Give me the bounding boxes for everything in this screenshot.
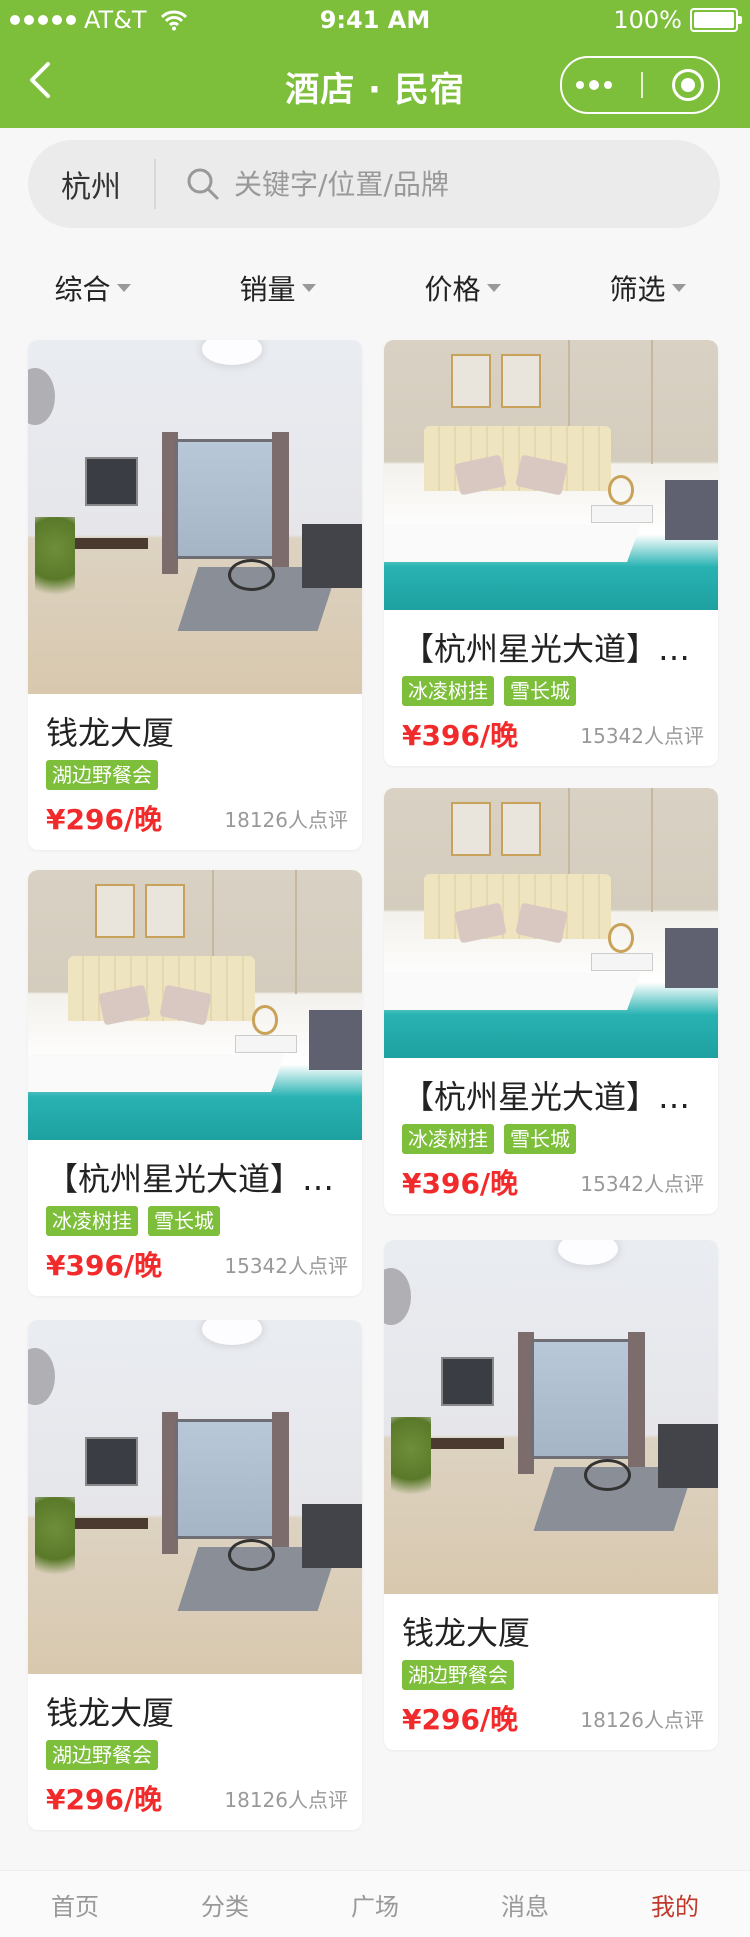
tag-list: 湖边野餐会 — [46, 1740, 158, 1770]
tag-list: 冰凌树挂 雪长城 — [402, 676, 576, 706]
tag-list: 冰凌树挂 雪长城 — [46, 1206, 220, 1236]
filter-label: 综合 — [54, 273, 111, 306]
filter-label: 销量 — [239, 273, 296, 306]
caret-down-icon — [486, 284, 501, 292]
price: ¥296/晚 — [46, 803, 163, 836]
bedroom-photo — [384, 788, 718, 1058]
tag: 雪长城 — [148, 1206, 220, 1236]
city-selector[interactable]: 杭州 — [28, 162, 154, 206]
more-icon[interactable] — [576, 80, 613, 90]
filter-bar: 综合 销量 价格 筛选 — [0, 262, 750, 314]
hotel-name: 【杭州星光大道】… — [46, 1160, 335, 1198]
bedroom-photo — [28, 870, 362, 1140]
price: ¥396/晚 — [402, 719, 519, 752]
price: ¥396/晚 — [402, 1167, 519, 1200]
filter-sales[interactable]: 销量 — [185, 262, 370, 314]
review-count: 15342人点评 — [224, 1254, 348, 1278]
hotel-card[interactable]: 【杭州星光大道】… 冰凌树挂 雪长城 ¥396/晚 15342人点评 — [384, 788, 718, 1214]
living-room-photo — [384, 1240, 718, 1594]
caret-down-icon — [671, 284, 686, 292]
tag: 雪长城 — [504, 1124, 576, 1154]
search-divider — [154, 159, 156, 209]
filter-label: 价格 — [424, 273, 481, 306]
tab-home[interactable]: 首页 — [0, 1871, 150, 1937]
filter-screen[interactable]: 筛选 — [555, 262, 740, 314]
tag: 雪长城 — [504, 676, 576, 706]
tab-messages[interactable]: 消息 — [450, 1871, 600, 1937]
tag: 冰凌树挂 — [402, 1124, 494, 1154]
hotel-name: 【杭州星光大道】… — [402, 630, 691, 668]
status-time: 9:41 AM — [319, 6, 431, 34]
battery-icon — [690, 8, 742, 32]
bedroom-photo — [384, 340, 718, 610]
caret-down-icon — [301, 284, 316, 292]
tag: 冰凌树挂 — [402, 676, 494, 706]
review-count: 15342人点评 — [580, 1172, 704, 1196]
close-target-icon[interactable] — [671, 69, 704, 101]
filter-price[interactable]: 价格 — [370, 262, 555, 314]
mini-program-capsule — [560, 56, 720, 114]
tag: 湖边野餐会 — [46, 760, 158, 790]
tab-category[interactable]: 分类 — [150, 1871, 300, 1937]
tab-mine[interactable]: 我的 — [600, 1871, 750, 1937]
search-input[interactable] — [232, 166, 636, 202]
header: AT&T 9:41 AM 100% 酒店 · 民宿 — [0, 0, 750, 128]
review-count: 18126人点评 — [224, 1788, 348, 1812]
hotel-card[interactable]: 【杭州星光大道】… 冰凌树挂 雪长城 ¥396/晚 15342人点评 — [28, 870, 362, 1296]
hotel-card[interactable]: 钱龙大厦 湖边野餐会 ¥296/晚 18126人点评 — [384, 1240, 718, 1750]
capsule-divider — [640, 72, 643, 98]
living-room-photo — [28, 340, 362, 694]
filter-label: 筛选 — [609, 273, 666, 306]
price: ¥296/晚 — [46, 1783, 163, 1816]
hotel-card[interactable]: 钱龙大厦 湖边野餐会 ¥296/晚 18126人点评 — [28, 340, 362, 850]
search-icon — [187, 168, 219, 200]
tag: 冰凌树挂 — [46, 1206, 138, 1236]
hotel-name: 钱龙大厦 — [46, 714, 175, 752]
tab-bar: 首页 分类 广场 消息 我的 — [0, 1870, 750, 1937]
hotel-name: 钱龙大厦 — [402, 1614, 531, 1652]
review-count: 18126人点评 — [224, 808, 348, 832]
tab-square[interactable]: 广场 — [300, 1871, 450, 1937]
filter-comprehensive[interactable]: 综合 — [0, 262, 185, 314]
search-bar: 杭州 — [28, 140, 720, 228]
tag-list: 湖边野餐会 — [46, 760, 158, 790]
tag: 湖边野餐会 — [402, 1660, 514, 1690]
review-count: 18126人点评 — [580, 1708, 704, 1732]
hotel-card[interactable]: 钱龙大厦 湖边野餐会 ¥296/晚 18126人点评 — [28, 1320, 362, 1830]
price: ¥396/晚 — [46, 1249, 163, 1282]
hotel-name: 钱龙大厦 — [46, 1694, 175, 1732]
status-bar: AT&T 9:41 AM 100% — [0, 0, 750, 40]
tag: 湖边野餐会 — [46, 1740, 158, 1770]
nav-bar: 酒店 · 民宿 — [0, 40, 750, 128]
hotel-name: 【杭州星光大道】… — [402, 1078, 691, 1116]
living-room-photo — [28, 1320, 362, 1674]
tag-list: 冰凌树挂 雪长城 — [402, 1124, 576, 1154]
hotel-card[interactable]: 【杭州星光大道】… 冰凌树挂 雪长城 ¥396/晚 15342人点评 — [384, 340, 718, 766]
caret-down-icon — [116, 284, 131, 292]
price: ¥296/晚 — [402, 1703, 519, 1736]
review-count: 15342人点评 — [580, 724, 704, 748]
tag-list: 湖边野餐会 — [402, 1660, 514, 1690]
